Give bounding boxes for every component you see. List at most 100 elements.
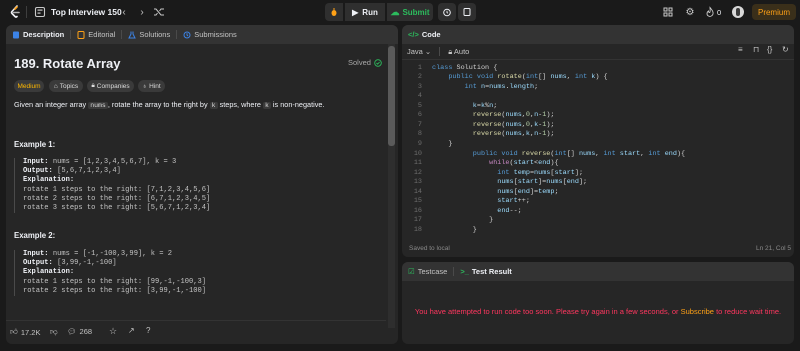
code-line[interactable]: } [432,216,493,224]
star-icon[interactable]: ☆ [109,326,117,337]
layout-grid-icon[interactable] [662,6,674,18]
example-heading: Example 1: [14,140,56,149]
code-line[interactable]: nums[start]=nums[end]; [432,178,587,186]
solved-status: Solved [348,58,382,67]
braces-icon[interactable]: {} [767,45,772,54]
line-number: 10 [413,150,422,158]
check-circle-icon [374,58,382,67]
tab-editorial[interactable]: Editorial [71,25,121,44]
play-icon: ▶ [352,7,359,17]
code-line[interactable]: while(start<end){ [432,159,558,167]
problem-list-title[interactable]: Top Interview 150 [51,7,122,17]
auto-mode-toggle[interactable]: 🔒︎ Auto [448,47,469,57]
subscribe-link[interactable]: Subscribe [681,307,714,316]
tab-testcase[interactable]: ☑ Testcase [402,262,453,281]
result-panel: ☑ Testcase >_ Test Result [402,262,794,344]
timer-button[interactable] [438,3,456,21]
tab-description[interactable]: Description [6,25,70,44]
submit-button[interactable]: ☁ Submit [387,3,433,21]
difficulty-badge: Medium [14,80,44,92]
chevron-right-icon[interactable]: › [136,6,148,18]
code-line[interactable]: } [432,140,452,148]
tag-icon: ⌂ [53,82,58,90]
line-number: 12 [413,169,422,177]
leetcode-logo-icon[interactable] [9,5,22,19]
code-brackets-icon: </> [408,30,419,39]
example-output: Output: [3,99,-1,-100] [23,259,117,268]
editor-toolbar: Java ⌄ 🔒︎ Auto [402,44,794,60]
document-icon [13,31,19,38]
line-number: 7 [417,121,422,129]
cloud-upload-icon: ☁ [390,6,400,17]
reset-icon[interactable]: ↻ [782,45,789,54]
tab-submissions[interactable]: Submissions [177,25,243,44]
code-line[interactable]: public void rotate(int[] nums, int k) { [432,73,607,81]
example-block: Input: nums = [1,2,3,4,5,6,7], k = 3 Out… [14,158,384,214]
run-button[interactable]: ▶ Run [345,3,385,21]
comments-button[interactable]: 💬︎ 268 [67,327,92,336]
chevron-left-icon[interactable]: ‹ [118,6,130,18]
line-number: 13 [413,178,422,186]
example-input: Input: nums = [1,2,3,4,5,6,7], k = 3 [23,158,177,166]
format-icon[interactable]: ≡ [738,45,743,54]
code-line[interactable]: } [432,226,477,234]
premium-button[interactable]: Premium [752,4,796,20]
avatar[interactable] [732,6,744,18]
problem-list-icon[interactable] [34,6,46,18]
lightbulb-icon: ♁ [142,82,148,90]
problem-statement: Given an integer array nums, rotate the … [14,100,325,109]
explanation-line: rotate 3 steps to the right: [5,6,7,1,2,… [23,204,211,213]
scrollbar-thumb[interactable] [388,46,395,146]
example-explanation-label: Explanation: [23,176,75,185]
code-line[interactable]: end--; [432,207,522,215]
example-output: Output: [5,6,7,1,2,3,4] [23,167,121,176]
code-line[interactable]: start++; [432,197,530,205]
code-line[interactable]: int n=nums.length; [432,83,539,91]
book-icon [77,30,85,39]
share-icon[interactable]: ↗ [128,326,135,335]
thumbs-up-icon: 👍︎ [10,327,18,336]
example-heading: Example 2: [14,231,56,240]
alarm-clock-icon [443,8,451,17]
help-icon[interactable]: ? [146,326,150,335]
thumbs-down-icon[interactable]: 👎︎ [50,327,58,337]
line-number: 4 [417,92,422,100]
tab-code[interactable]: </> Code [402,25,447,44]
line-number: 17 [413,216,422,224]
explanation-line: rotate 1 steps to the right: [7,1,2,3,4,… [23,185,211,194]
inline-code: k [263,102,271,109]
bookmark-icon[interactable]: ⊓ [753,45,759,54]
top-bar: Top Interview 150 ‹ › ▶ Run ☁ Submit ⚙ 0… [0,0,800,24]
code-line[interactable]: k=k%n; [432,102,498,110]
line-number: 14 [413,188,422,196]
line-number: 18 [413,226,422,234]
streak-fire-icon[interactable] [704,6,716,18]
companies-chip[interactable]: 🔒︎ Companies [87,80,134,92]
settings-gear-icon[interactable]: ⚙ [684,6,696,18]
line-number: 5 [417,102,422,110]
divider [26,6,27,18]
debug-button[interactable] [325,3,343,21]
code-line[interactable]: public void reverse(int[] nums, int star… [432,150,685,158]
example-block: Input: nums = [-1,-100,3,99], k = 2 Outp… [14,250,384,297]
terminal-icon: >_ [460,267,469,276]
tab-solutions[interactable]: Solutions [122,25,176,44]
language-select[interactable]: Java ⌄ [407,47,431,56]
save-status: Saved to local [409,245,450,252]
topics-chip[interactable]: ⌂ Topics [49,80,83,92]
tab-test-result[interactable]: >_ Test Result [454,262,517,281]
code-line[interactable]: class Solution { [432,64,497,72]
hint-chip[interactable]: ♁ Hint [138,80,165,92]
problem-title[interactable]: 189. Rotate Array [14,56,120,71]
notes-button[interactable] [458,3,476,21]
code-line[interactable]: nums[end]=temp; [432,188,558,196]
code-line[interactable]: reverse(nums,k,n-1); [432,130,555,138]
inline-code: k [209,102,218,109]
code-line[interactable]: reverse(nums,0,k-1); [432,121,555,129]
shuffle-icon[interactable] [153,6,165,18]
streak-count: 0 [717,8,722,17]
code-line[interactable]: reverse(nums,0,n-1); [432,111,555,119]
checkbox-icon: ☑ [408,267,415,276]
code-line[interactable]: int temp=nums[start]; [432,169,583,177]
like-button[interactable]: 👍︎ 17.2K [10,327,40,337]
